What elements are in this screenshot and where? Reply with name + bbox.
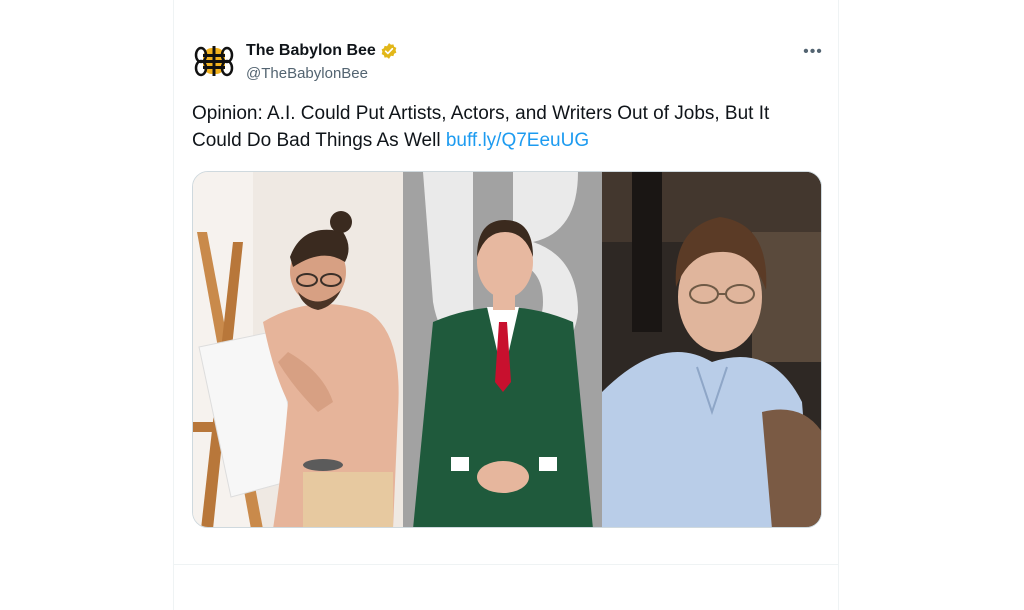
painter-photo[interactable]	[193, 172, 404, 527]
tweet-column: The Babylon Bee @TheBabylonBee ••• Opini…	[173, 0, 839, 610]
divider	[174, 564, 838, 565]
tweet-media[interactable]	[192, 171, 822, 528]
avatar[interactable]	[193, 40, 235, 82]
tweet-text: Opinion: A.I. Could Put Artists, Actors,…	[192, 100, 812, 154]
author-name[interactable]: The Babylon Bee	[246, 41, 376, 61]
author-handle[interactable]: @TheBabylonBee	[246, 64, 368, 84]
author-photo[interactable]	[601, 172, 821, 527]
more-horizontal-icon: •••	[803, 43, 823, 60]
author-name-row[interactable]: The Babylon Bee	[246, 41, 398, 61]
babylon-bee-logo-icon	[193, 40, 235, 82]
more-options-button[interactable]: •••	[801, 40, 825, 64]
actor-photo[interactable]	[403, 172, 602, 527]
tweet-link[interactable]: buff.ly/Q7EeuUG	[446, 130, 589, 151]
verified-badge-icon[interactable]	[380, 42, 398, 60]
